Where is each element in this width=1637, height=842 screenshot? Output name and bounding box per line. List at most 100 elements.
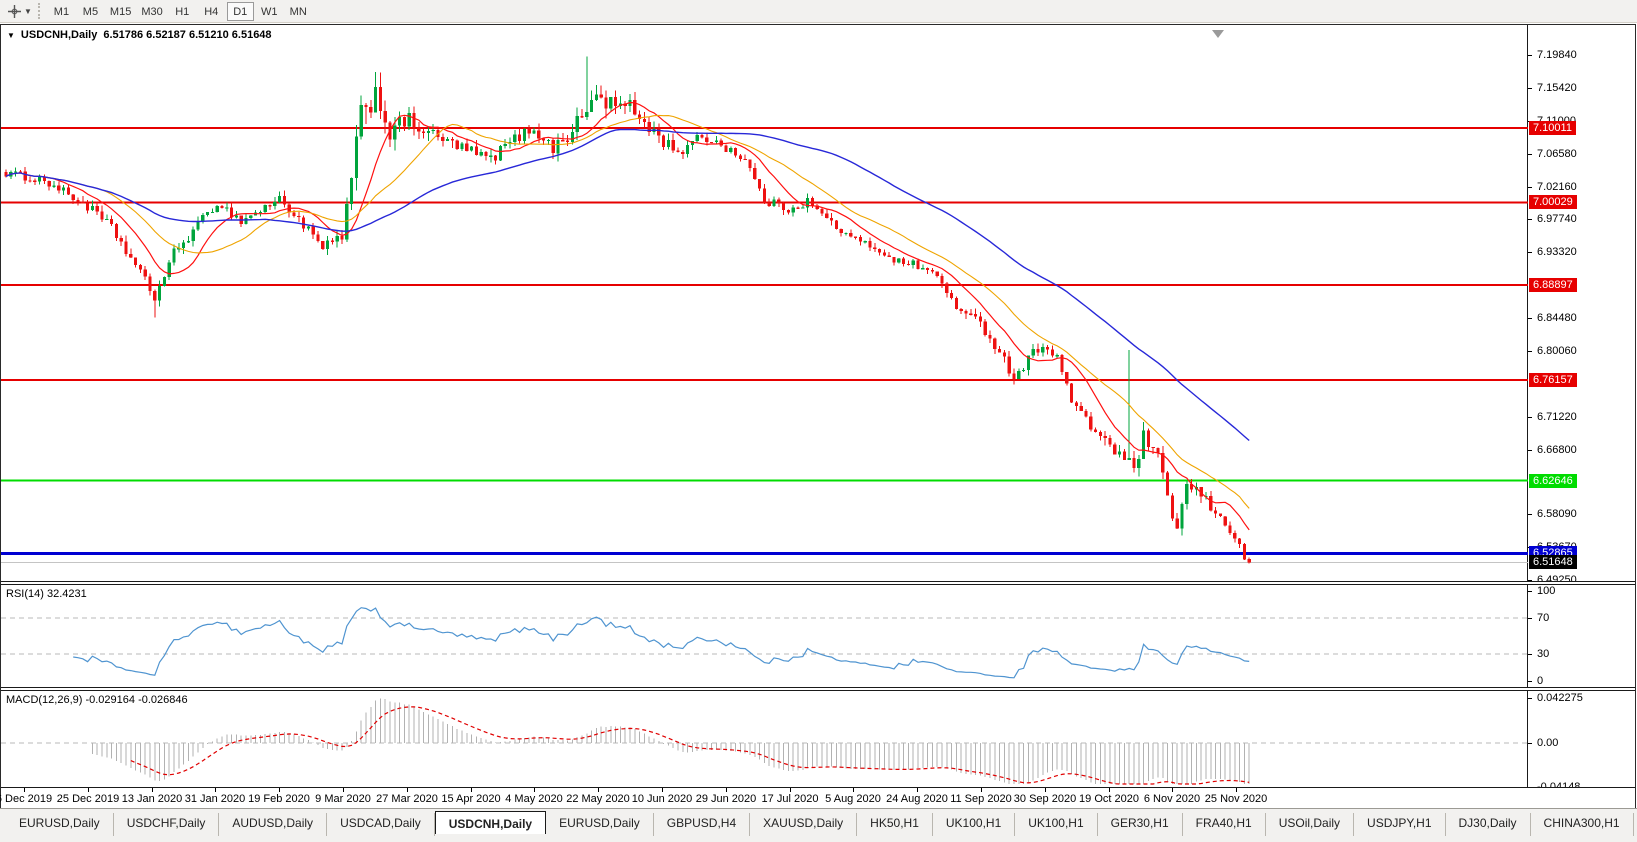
date-tick-mark <box>726 788 727 792</box>
time-axis[interactable]: 6 Dec 201925 Dec 201913 Jan 202031 Jan 2… <box>1 787 1635 809</box>
date-label: 6 Nov 2020 <box>1144 793 1200 805</box>
price-axis[interactable]: 7.198407.154207.110007.065807.021606.977… <box>1528 25 1635 581</box>
macd-tick-label: 0.00 <box>1537 737 1558 749</box>
rsi-label: RSI(14) 32.4231 <box>6 588 87 600</box>
date-tick-mark <box>24 788 25 792</box>
chart-tab-bar: EURUSD,DailyUSDCHF,DailyAUDUSD,DailyUSDC… <box>0 808 1637 842</box>
date-tick-mark <box>853 788 854 792</box>
rsi-tick-mark <box>1528 681 1532 682</box>
chart-tab-usoil[interactable]: USOil,Daily <box>1266 813 1354 836</box>
date-label: 30 Sep 2020 <box>1014 793 1076 805</box>
hline-price-badge: 6.76157 <box>1529 373 1577 387</box>
price-tick-mark <box>1528 351 1532 352</box>
price-tick-label: 6.97740 <box>1537 213 1577 225</box>
date-tick-mark <box>534 788 535 792</box>
timeframe-button-mn[interactable]: MN <box>285 2 312 21</box>
chevron-down-icon[interactable]: ▼ <box>24 7 32 16</box>
date-label: 19 Oct 2020 <box>1079 793 1139 805</box>
hline-price-badge: 6.62646 <box>1529 474 1577 488</box>
timeframe-button-w1[interactable]: W1 <box>256 2 283 21</box>
price-tick-mark <box>1528 417 1532 418</box>
chart-tab-usdjpy[interactable]: USDJPY,H1 <box>1354 813 1445 836</box>
macd-tick-mark <box>1528 698 1532 699</box>
macd-label: MACD(12,26,9) -0.029164 -0.026846 <box>6 694 188 706</box>
crosshair-tool-icon[interactable] <box>5 3 23 19</box>
date-tick-mark <box>407 788 408 792</box>
date-tick-mark <box>598 788 599 792</box>
chart-tab-usdchf[interactable]: USDCHF,Daily <box>114 813 220 836</box>
chart-title: ▼ USDCNH,Daily 6.51786 6.52187 6.51210 6… <box>7 29 272 41</box>
price-tick-label: 6.93320 <box>1537 246 1577 258</box>
timeframe-button-m5[interactable]: M5 <box>77 2 104 21</box>
candlestick-plot[interactable] <box>1 25 1528 581</box>
date-label: 11 Sep 2020 <box>950 793 1012 805</box>
macd-tick-mark <box>1528 743 1532 744</box>
date-label: 31 Jan 2020 <box>185 793 246 805</box>
timeframe-button-h4[interactable]: H4 <box>198 2 225 21</box>
current-price-badge: 6.51648 <box>1529 555 1577 569</box>
timeframe-button-m30[interactable]: M30 <box>137 2 166 21</box>
date-label: 6 Dec 2019 <box>0 793 52 805</box>
timeframe-button-h1[interactable]: H1 <box>169 2 196 21</box>
chart-tab-eurusd[interactable]: EURUSD,Daily <box>546 813 654 836</box>
date-tick-mark <box>662 788 663 792</box>
chart-tab-ger30[interactable]: GER30,H1 <box>1098 813 1183 836</box>
price-tick-mark <box>1528 219 1532 220</box>
date-tick-mark <box>88 788 89 792</box>
price-tick-mark <box>1528 55 1532 56</box>
chart-tab-uk100[interactable]: UK100,H1 <box>1015 813 1097 836</box>
hline-price-badge: 7.00029 <box>1529 195 1577 209</box>
date-label: 19 Feb 2020 <box>248 793 310 805</box>
rsi-axis[interactable]: 10070300 <box>1528 585 1635 687</box>
rsi-tick-label: 100 <box>1537 585 1555 597</box>
price-tick-label: 6.58090 <box>1537 508 1577 520</box>
chart-tab-xauusd[interactable]: XAUUSD,Daily <box>750 813 857 836</box>
price-tick-label: 7.02160 <box>1537 181 1577 193</box>
chart-tab-dj30[interactable]: DJ30,Daily <box>1446 813 1531 836</box>
chart-tab-uk100[interactable]: UK100,H1 <box>933 813 1015 836</box>
rsi-tick-label: 30 <box>1537 648 1549 660</box>
date-tick-mark <box>1236 788 1237 792</box>
date-label: 9 Mar 2020 <box>315 793 371 805</box>
symbol-dropdown-icon[interactable]: ▼ <box>7 31 15 40</box>
price-tick-mark <box>1528 88 1532 89</box>
toolbar-grip <box>38 3 41 19</box>
chart-tab-eurusd[interactable]: EURUSD,Daily <box>6 813 114 836</box>
rsi-plot[interactable] <box>1 585 1528 687</box>
date-label: 13 Jan 2020 <box>122 793 183 805</box>
macd-plot[interactable] <box>1 691 1528 787</box>
date-tick-mark <box>981 788 982 792</box>
timeframe-button-m15[interactable]: M15 <box>106 2 135 21</box>
rsi-panel: 10070300 RSI(14) 32.4231 <box>1 585 1635 687</box>
rsi-tick-mark <box>1528 618 1532 619</box>
chart-tab-gbpusd[interactable]: GBPUSD,H4 <box>654 813 750 836</box>
chart-tab-usoil[interactable]: USOil,H1 <box>1634 813 1637 836</box>
chart-tab-china300[interactable]: CHINA300,H1 <box>1531 813 1634 836</box>
chart-symbol-label: USDCNH,Daily <box>21 29 97 41</box>
date-tick-mark <box>790 788 791 792</box>
timeframe-button-m1[interactable]: M1 <box>48 2 75 21</box>
chart-tab-usdcad[interactable]: USDCAD,Daily <box>327 813 435 836</box>
timeframe-toolbar: ▼ M1M5M15M30H1H4D1W1MN <box>0 0 1637 23</box>
price-tick-label: 7.15420 <box>1537 82 1577 94</box>
chart-tab-fra40[interactable]: FRA40,H1 <box>1183 813 1266 836</box>
chart-tab-usdcnh-active[interactable]: USDCNH,Daily <box>435 811 546 834</box>
date-label: 27 Mar 2020 <box>376 793 438 805</box>
price-tick-label: 6.71220 <box>1537 411 1577 423</box>
date-tick-mark <box>343 788 344 792</box>
chart-tab-hk50[interactable]: HK50,H1 <box>857 813 933 836</box>
hline-price-badge: 7.10011 <box>1529 121 1576 135</box>
date-tick-mark <box>1109 788 1110 792</box>
price-tick-label: 6.84480 <box>1537 312 1577 324</box>
date-tick-mark <box>917 788 918 792</box>
chart-tab-audusd[interactable]: AUDUSD,Daily <box>219 813 327 836</box>
date-tick-mark <box>1045 788 1046 792</box>
timeframe-button-d1[interactable]: D1 <box>227 2 254 21</box>
date-label: 4 May 2020 <box>505 793 562 805</box>
price-tick-mark <box>1528 252 1532 253</box>
date-tick-mark <box>215 788 216 792</box>
macd-tick-label: 0.042275 <box>1537 692 1583 704</box>
hline-price-badge: 6.88897 <box>1529 278 1577 292</box>
timeframe-buttons: M1M5M15M30H1H4D1W1MN <box>47 2 313 21</box>
macd-axis[interactable]: 0.0422750.00-0.04148 <box>1528 691 1635 787</box>
